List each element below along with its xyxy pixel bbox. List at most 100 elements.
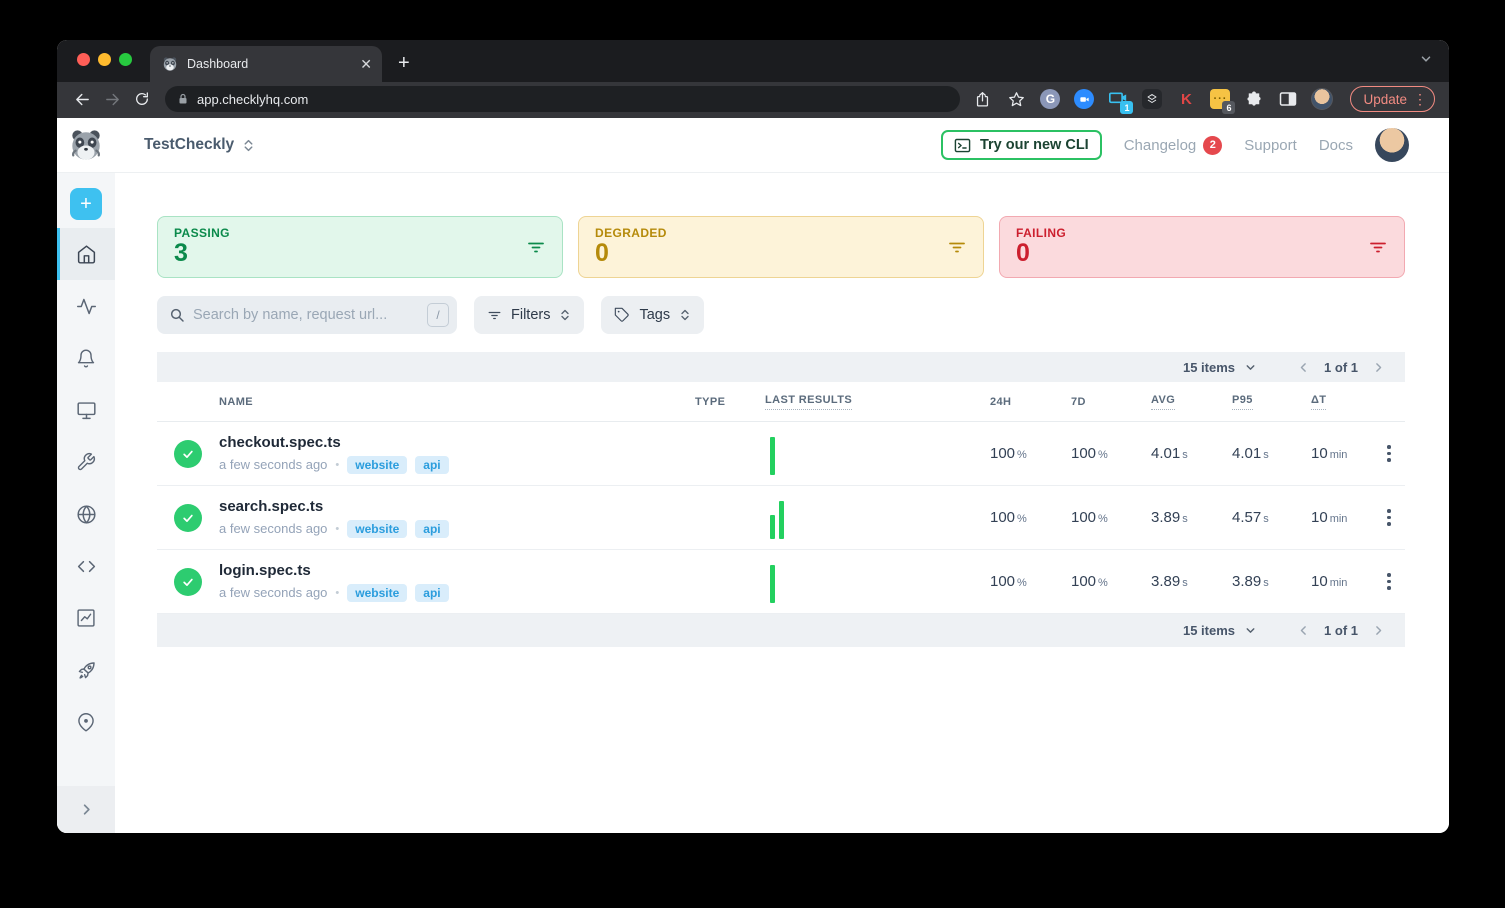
- create-check-button[interactable]: +: [70, 188, 102, 220]
- screen-capture-extension-icon[interactable]: 1: [1106, 87, 1134, 114]
- prev-page-button[interactable]: [1291, 361, 1316, 374]
- chrome-update-button[interactable]: Update ⋮: [1350, 86, 1435, 112]
- sidebar-item-dashboards[interactable]: [57, 384, 115, 436]
- update-menu-icon[interactable]: ⋮: [1413, 91, 1427, 108]
- notes-extension-icon[interactable]: ··· 6: [1208, 87, 1236, 114]
- degraded-card[interactable]: DEGRADED 0: [578, 216, 984, 278]
- sidebar-item-private-locations[interactable]: [57, 488, 115, 540]
- check-row-checkout[interactable]: checkout.spec.ts a few seconds ago • web…: [157, 422, 1405, 486]
- side-panel-icon[interactable]: [1276, 87, 1300, 111]
- items-per-page-dropdown[interactable]: 15 items: [1183, 360, 1257, 375]
- code-icon: [76, 556, 97, 577]
- check-name: checkout.spec.ts: [219, 433, 341, 451]
- row-menu-kebab-icon[interactable]: [1373, 573, 1405, 590]
- profile-avatar[interactable]: [1310, 87, 1334, 111]
- row-menu-kebab-icon[interactable]: [1373, 445, 1405, 462]
- tag-pill-website[interactable]: website: [347, 583, 408, 602]
- stat-24h: 100%: [990, 573, 1027, 590]
- last-results-bars: [765, 561, 990, 603]
- checkly-logo[interactable]: [57, 128, 115, 162]
- items-per-page-dropdown[interactable]: 15 items: [1183, 623, 1257, 638]
- sidebar-item-monitoring[interactable]: [57, 280, 115, 332]
- check-updated-ago: a few seconds ago: [219, 585, 328, 600]
- reload-button[interactable]: [129, 86, 155, 112]
- tab-close-icon[interactable]: ✕: [360, 57, 372, 71]
- last-results-bars: [765, 433, 990, 475]
- checkly-app: TestCheckly Try our new CLI Changelog 2 …: [57, 118, 1449, 833]
- failing-card[interactable]: FAILING 0: [999, 216, 1405, 278]
- zoom-window-button[interactable]: [119, 53, 132, 66]
- bookmark-star-icon[interactable]: [1004, 87, 1028, 111]
- tag-pill-api[interactable]: api: [415, 455, 449, 474]
- search-box[interactable]: /: [157, 296, 457, 334]
- tag-pill-api[interactable]: api: [415, 583, 449, 602]
- tag-pill-website[interactable]: website: [347, 455, 408, 474]
- next-page-button[interactable]: [1366, 361, 1391, 374]
- sidebar-expand-button[interactable]: [57, 786, 115, 833]
- chevron-right-icon: [79, 802, 94, 817]
- stat-7d: 100%: [1071, 573, 1108, 590]
- filter-funnel-icon[interactable]: [526, 237, 546, 257]
- forward-button[interactable]: [99, 86, 125, 112]
- sidebar-item-home[interactable]: [57, 228, 115, 280]
- sidebar-item-locations[interactable]: [57, 696, 115, 748]
- stat-dt: 10 min: [1311, 509, 1348, 526]
- wrench-icon: [76, 452, 96, 472]
- tab-strip: Dashboard ✕ +: [57, 40, 1449, 82]
- passing-card[interactable]: PASSING 3: [157, 216, 563, 278]
- filter-funnel-icon[interactable]: [1368, 237, 1388, 257]
- check-row-search[interactable]: search.spec.ts a few seconds ago • websi…: [157, 486, 1405, 550]
- docs-link[interactable]: Docs: [1319, 137, 1353, 154]
- filter-funnel-icon[interactable]: [947, 237, 967, 257]
- browser-tab-dashboard[interactable]: Dashboard ✕: [150, 46, 382, 82]
- sidebar-item-alerts[interactable]: [57, 332, 115, 384]
- capture-badge: 1: [1120, 101, 1134, 114]
- changelog-badge: 2: [1203, 135, 1223, 155]
- minimize-window-button[interactable]: [98, 53, 111, 66]
- stat-dt: 10 min: [1311, 573, 1348, 590]
- row-menu-kebab-icon[interactable]: [1373, 509, 1405, 526]
- grammarly-extension-icon[interactable]: G: [1038, 87, 1062, 111]
- close-window-button[interactable]: [77, 53, 90, 66]
- extensions-puzzle-icon[interactable]: [1242, 87, 1266, 111]
- share-icon[interactable]: [970, 87, 994, 111]
- zoom-extension-icon[interactable]: [1072, 87, 1096, 111]
- search-input[interactable]: [193, 307, 419, 323]
- passing-check-icon: [174, 503, 202, 532]
- failing-count: 0: [1016, 239, 1030, 267]
- search-icon: [169, 307, 185, 323]
- new-tab-button[interactable]: +: [398, 52, 410, 75]
- page-indicator: 1 of 1: [1324, 359, 1358, 375]
- filters-button[interactable]: Filters: [474, 296, 585, 334]
- filter-funnel-icon: [487, 308, 502, 323]
- prev-page-button[interactable]: [1291, 624, 1316, 637]
- account-switcher[interactable]: TestCheckly: [144, 136, 255, 154]
- map-pin-icon: [76, 712, 96, 733]
- tag-pill-api[interactable]: api: [415, 519, 449, 538]
- try-cli-button[interactable]: Try our new CLI: [940, 130, 1102, 160]
- check-row-login[interactable]: login.spec.ts a few seconds ago • websit…: [157, 550, 1405, 614]
- chevron-down-icon: [1244, 361, 1257, 374]
- tag-pill-website[interactable]: website: [347, 519, 408, 538]
- activity-pulse-icon: [76, 296, 97, 317]
- back-button[interactable]: [69, 86, 95, 112]
- tags-button[interactable]: Tags: [601, 296, 705, 334]
- changelog-link[interactable]: Changelog 2: [1124, 135, 1223, 155]
- url-bar[interactable]: app.checklyhq.com: [165, 86, 961, 112]
- sidebar-item-snippets[interactable]: [57, 540, 115, 592]
- sidebar-item-analytics[interactable]: [57, 592, 115, 644]
- tab-overview-chevron-icon[interactable]: [1419, 52, 1433, 66]
- support-link[interactable]: Support: [1244, 137, 1297, 154]
- sidebar-item-quickstart[interactable]: [57, 644, 115, 696]
- k-extension-icon[interactable]: K: [1174, 87, 1198, 111]
- sidebar-item-maintenance[interactable]: [57, 436, 115, 488]
- next-page-button[interactable]: [1366, 624, 1391, 637]
- user-avatar[interactable]: [1375, 128, 1409, 162]
- checks-table: 15 items 1 of 1 NAME TYPE LAST RESULTS 2…: [157, 352, 1405, 647]
- layers-extension-icon[interactable]: [1140, 87, 1164, 111]
- pagination-bottom: 15 items 1 of 1: [157, 614, 1405, 647]
- browser-toolbar: app.checklyhq.com G 1 K ··· 6 Update ⋮: [57, 82, 1449, 118]
- notes-badge: 6: [1222, 101, 1236, 114]
- pagination-top: 15 items 1 of 1: [157, 352, 1405, 382]
- stat-24h: 100%: [990, 445, 1027, 462]
